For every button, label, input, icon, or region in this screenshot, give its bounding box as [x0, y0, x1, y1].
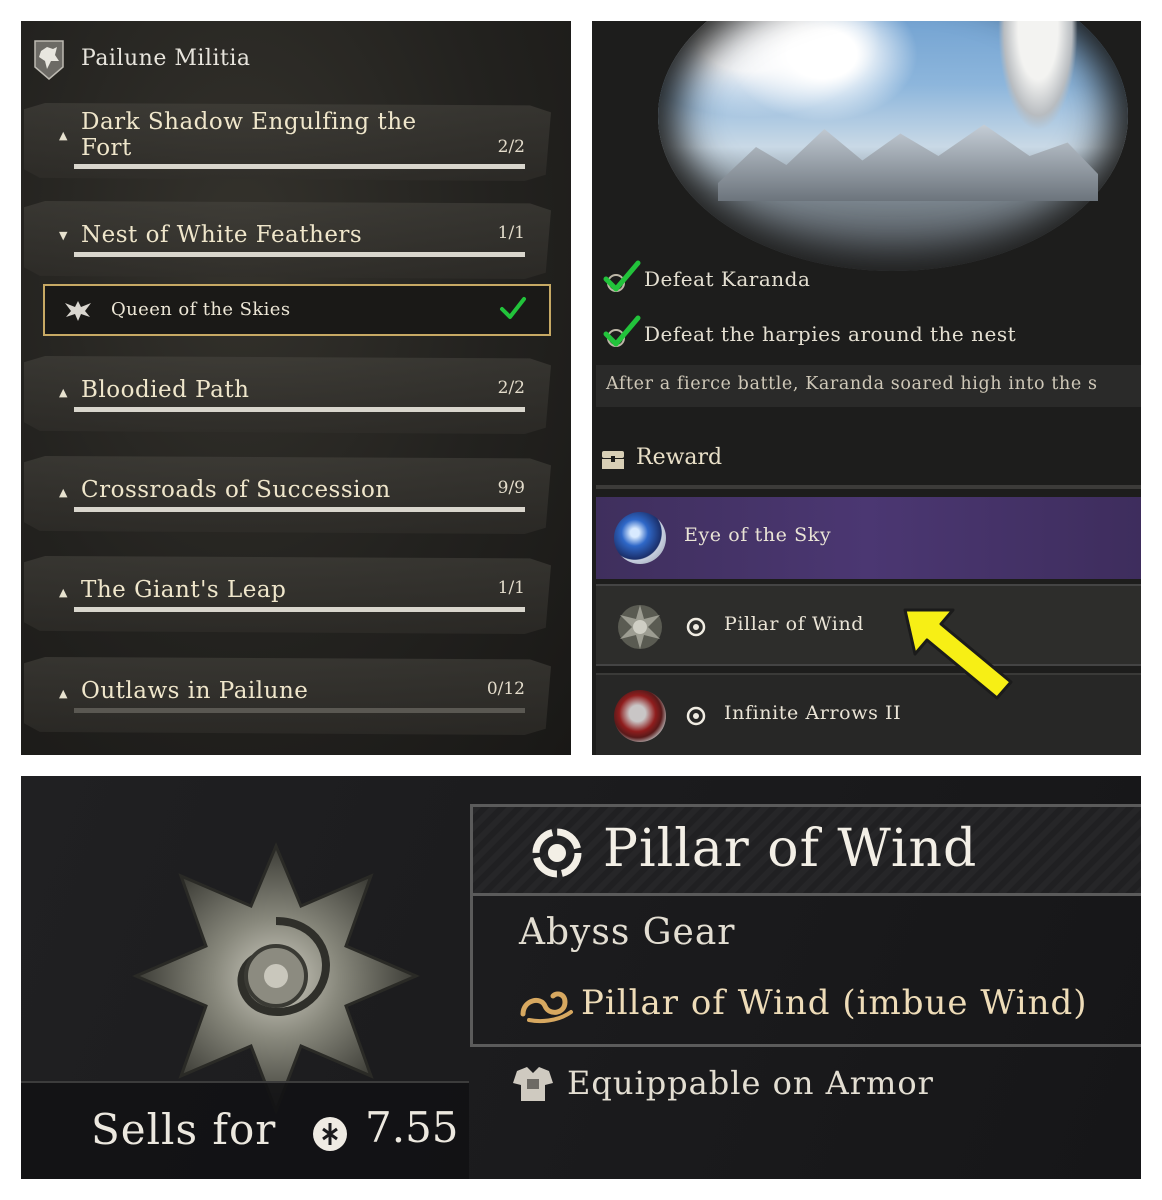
item-detail-panel: Sells for 7.55 Pillar of Wind Abyss Gear…	[21, 776, 1141, 1179]
quest-title: Outlaws in Pailune	[81, 678, 309, 704]
quest-progress-bar	[74, 164, 525, 169]
pillar-of-wind-icon	[618, 605, 662, 649]
quest-title: Crossroads of Succession	[81, 477, 391, 503]
description-text: After a fierce battle, Karanda soared hi…	[606, 374, 1098, 394]
item-name: Pillar of Wind	[603, 819, 978, 879]
quest-item[interactable]: ▲ Bloodied Path 2/2	[21, 356, 571, 434]
quest-count: 2/2	[497, 137, 525, 157]
collapse-arrow-icon: ▲	[59, 386, 68, 399]
item-effect: Pillar of Wind (imbue Wind)	[581, 983, 1088, 1023]
infinite-arrows-icon	[614, 690, 666, 742]
divider	[470, 1044, 1141, 1047]
reward-name: Pillar of Wind	[724, 613, 865, 635]
reward-label: Reward	[636, 445, 723, 470]
collapse-arrow-icon: ▲	[59, 586, 68, 599]
yellow-pointer-arrow-icon	[903, 608, 1013, 700]
quest-count: 0/12	[486, 679, 525, 699]
quest-item[interactable]: ▲ Dark Shadow Engulfing the Fort 2/2	[21, 103, 571, 181]
reward-name: Infinite Arrows II	[724, 702, 902, 724]
armor-slot-icon	[513, 1067, 553, 1101]
expand-arrow-icon: ▼	[59, 229, 68, 242]
faction-emblem-icon	[34, 40, 64, 80]
reward-item-infinite-arrows[interactable]: Infinite Arrows II	[596, 673, 1141, 755]
quest-title: The Giant's Leap	[81, 577, 287, 603]
quest-title-line2: Fort	[81, 135, 132, 161]
objective-text: Defeat the harpies around the nest	[644, 322, 1017, 346]
quest-progress-bar	[74, 252, 525, 257]
quest-progress-fill	[74, 607, 525, 612]
harpy-figure	[998, 21, 1078, 131]
faction-header: Pailune Militia	[21, 37, 571, 85]
quest-count: 1/1	[497, 578, 525, 598]
quest-title: Nest of White Feathers	[81, 222, 363, 248]
quest-progress-fill	[74, 407, 525, 412]
divider	[596, 485, 1141, 489]
eye-of-the-sky-icon	[614, 512, 666, 564]
reward-name: Eye of the Sky	[684, 524, 832, 546]
collapse-arrow-icon: ▲	[59, 687, 68, 700]
subquest-queen-of-the-skies[interactable]: Queen of the Skies	[43, 284, 551, 336]
quest-count: 9/9	[497, 478, 525, 498]
sell-price-box: Sells for 7.55	[21, 1081, 469, 1179]
quest-list-panel: Pailune Militia ▲ Dark Shadow Engulfing …	[21, 21, 571, 755]
abyss-gear-icon	[686, 617, 706, 637]
quest-item[interactable]: ▲ The Giant's Leap 1/1	[21, 556, 571, 634]
sells-for-label: Sells for	[91, 1105, 277, 1154]
divider	[470, 896, 473, 1046]
objective-text: Defeat Karanda	[644, 267, 811, 291]
quest-item[interactable]: ▲ Outlaws in Pailune 0/12	[21, 657, 571, 735]
faction-name: Pailune Militia	[81, 46, 251, 71]
checkmark-icon	[500, 297, 526, 319]
subquest-title: Queen of the Skies	[111, 299, 291, 320]
collapse-arrow-icon: ▲	[59, 129, 68, 142]
quest-progress-bar	[74, 407, 525, 412]
harpy-emblem-icon	[65, 301, 91, 321]
quest-progress-fill	[74, 507, 525, 512]
wind-imbue-icon	[520, 991, 573, 1023]
quest-count: 1/1	[497, 223, 525, 243]
reward-item-pillar-of-wind[interactable]: Pillar of Wind	[596, 584, 1141, 666]
quest-detail-panel: Defeat Karanda Defeat the harpies around…	[592, 21, 1141, 755]
checkmark-icon	[603, 260, 641, 292]
quest-description: After a fierce battle, Karanda soared hi…	[596, 365, 1141, 407]
collapse-arrow-icon: ▲	[59, 486, 68, 499]
sell-price-value: 7.55	[365, 1103, 459, 1152]
quest-progress-fill	[74, 164, 525, 169]
quest-progress-bar	[74, 507, 525, 512]
quest-progress-bar	[74, 607, 525, 612]
quest-count: 2/2	[497, 378, 525, 398]
abyss-gear-icon	[686, 706, 706, 726]
item-category: Abyss Gear	[519, 912, 736, 953]
quest-item[interactable]: ▼ Nest of White Feathers 1/1	[21, 201, 571, 279]
currency-icon	[313, 1117, 347, 1151]
quest-item[interactable]: ▲ Crossroads of Succession 9/9	[21, 456, 571, 534]
chest-icon	[602, 451, 624, 469]
quest-title: Dark Shadow Engulfing the	[81, 109, 417, 135]
quest-scene-image	[658, 21, 1128, 271]
checkmark-icon	[603, 315, 641, 347]
reward-item-eye-of-the-sky[interactable]: Eye of the Sky	[596, 497, 1141, 579]
abyss-gear-icon	[532, 828, 582, 878]
quest-progress-bar	[74, 708, 525, 713]
equip-slot-text: Equippable on Armor	[567, 1064, 934, 1102]
item-title-bar: Pillar of Wind	[470, 804, 1141, 896]
quest-progress-fill	[74, 252, 525, 257]
quest-title: Bloodied Path	[81, 377, 250, 403]
